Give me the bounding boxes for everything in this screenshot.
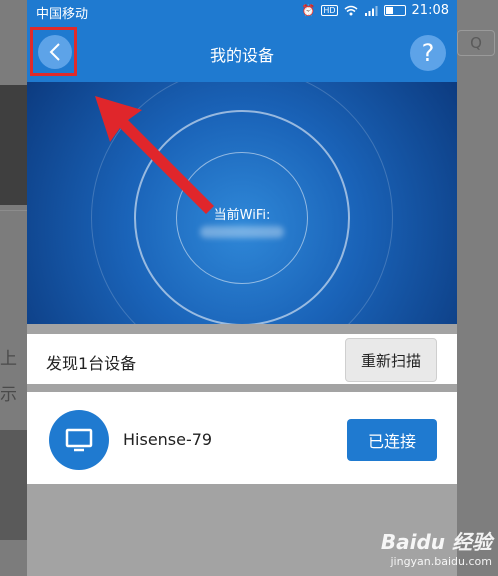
signal-icon bbox=[364, 6, 378, 16]
hd-badge: HD bbox=[321, 5, 338, 16]
background-divider bbox=[0, 210, 27, 211]
connected-button[interactable]: 已连接 bbox=[347, 419, 437, 461]
background-page-left: 上 示 bbox=[0, 0, 27, 576]
background-thumbnail bbox=[0, 85, 27, 205]
background-text-fragment: 上 bbox=[0, 349, 17, 369]
background-thumbnail bbox=[0, 430, 27, 540]
scan-result-bar: 发现1台设备 重新扫描 bbox=[27, 334, 457, 384]
device-name: Hisense-79 bbox=[123, 430, 213, 449]
wifi-hero-panel: 当前WiFi: bbox=[27, 82, 457, 324]
watermark: Baidu 经验 jingyan.baidu.com bbox=[381, 526, 492, 568]
wifi-icon bbox=[344, 5, 358, 16]
monitor-icon bbox=[65, 428, 93, 452]
device-list-item[interactable]: Hisense-79 已连接 bbox=[27, 392, 457, 484]
background-page-right: Q bbox=[457, 0, 498, 576]
clock: 21:08 bbox=[411, 3, 449, 18]
nav-bar: 我的设备 ? bbox=[27, 24, 457, 82]
watermark-site: jingyan.baidu.com bbox=[390, 555, 492, 568]
carrier-label: 中国移动 bbox=[36, 7, 89, 22]
background-button-fragment: Q bbox=[457, 30, 495, 56]
devices-found-text: 发现1台设备 bbox=[46, 354, 137, 373]
status-bar: 中国移动 ⏰ HD 21:08 bbox=[27, 0, 457, 24]
rescan-button[interactable]: 重新扫描 bbox=[345, 338, 437, 382]
current-wifi-label: 当前WiFi: bbox=[213, 208, 271, 223]
background-text-fragment: 示 bbox=[0, 385, 17, 405]
page-title: 我的设备 bbox=[209, 46, 274, 65]
help-button[interactable]: ? bbox=[410, 35, 446, 71]
alarm-icon: ⏰ bbox=[301, 4, 316, 17]
phone-screen: 中国移动 ⏰ HD 21:08 我的设备 ? 当前WiFi: 发现1台设备 重新… bbox=[27, 0, 457, 576]
battery-icon bbox=[383, 5, 406, 16]
device-avatar bbox=[49, 410, 109, 470]
help-icon: ? bbox=[421, 39, 435, 67]
status-icons: ⏰ HD 21:08 bbox=[302, 3, 449, 18]
current-wifi-name-blurred bbox=[200, 226, 284, 238]
watermark-brand: Baidu 经验 bbox=[380, 530, 492, 554]
